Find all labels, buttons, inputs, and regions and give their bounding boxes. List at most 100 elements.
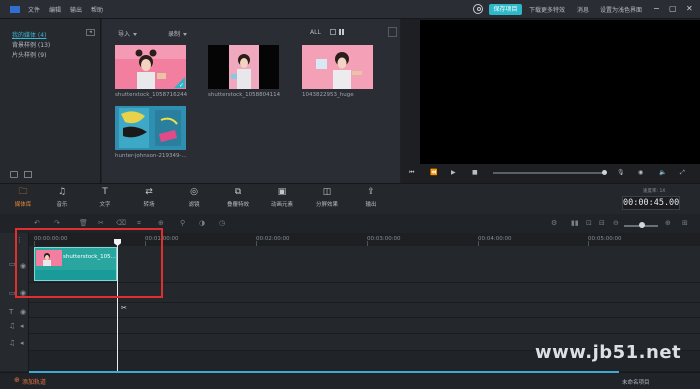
app-logo-icon xyxy=(10,6,20,13)
tool-elements[interactable]: ▣ 动画元素 xyxy=(265,187,299,208)
music-track-icon: ♫ xyxy=(9,339,16,347)
transition-icon: ⇄ xyxy=(145,187,153,197)
tool-label: 动画元素 xyxy=(270,202,293,208)
speed-label: 速度率: 1X xyxy=(643,189,666,194)
voiceover-icon[interactable]: ⊟ xyxy=(599,219,605,227)
tool-split-screen[interactable]: ◫ 分屏效果 xyxy=(310,187,344,208)
fullscreen-icon[interactable]: ⤢ xyxy=(680,169,685,177)
add-icon[interactable]: ⊕ xyxy=(14,376,20,384)
zoom-slider-handle[interactable] xyxy=(639,222,645,228)
media-thumbnail xyxy=(208,45,279,89)
media-name: hunter-johnson-219349-... xyxy=(115,153,187,159)
menu-export[interactable]: 输出 xyxy=(70,5,82,14)
tool-label: 文字 xyxy=(99,202,111,208)
timecode-display: 00:00:45.00 xyxy=(622,196,680,210)
close-icon[interactable]: ✕ xyxy=(686,4,693,14)
highlight-annotation xyxy=(15,228,163,298)
ruler-label: 00:05:00:00 xyxy=(588,236,622,242)
minimize-icon[interactable]: − xyxy=(653,4,660,14)
library-category-intros[interactable]: 片头样例 (9) xyxy=(12,50,46,59)
filter-all-dropdown[interactable]: ALL xyxy=(310,29,321,36)
animated-elements-icon: ▣ xyxy=(277,187,287,197)
render-icon[interactable]: ⚙ xyxy=(551,219,557,227)
text-track-icon: T xyxy=(9,308,14,316)
tool-media[interactable]: 🗀 媒体库 xyxy=(6,187,40,208)
messages-link[interactable]: 消息 xyxy=(577,5,589,14)
step-back-icon[interactable]: ⏪ xyxy=(430,169,437,176)
collapse-sidebar-icon[interactable]: ◂ xyxy=(86,29,95,36)
zoom-in-plus-icon[interactable]: ⊕ xyxy=(665,219,671,227)
preview-screen xyxy=(420,20,700,164)
redo-icon[interactable]: ↷ xyxy=(54,219,60,227)
tool-transition[interactable]: ⇄ 转场 xyxy=(132,187,166,208)
eye-icon[interactable]: ◉ xyxy=(20,308,26,316)
zoom-out-icon[interactable]: ⊖ xyxy=(613,219,619,227)
new-folder-icon[interactable] xyxy=(10,171,18,178)
undo-icon[interactable]: ↶ xyxy=(34,219,40,227)
menu-file[interactable]: 文件 xyxy=(28,5,40,14)
microphone-icon[interactable]: 🎙 xyxy=(617,169,625,176)
play-icon[interactable]: ▶ xyxy=(451,169,456,176)
media-thumbnail xyxy=(302,45,373,89)
tool-label: 音乐 xyxy=(56,202,68,208)
tool-text[interactable]: T 文字 xyxy=(88,187,122,208)
tool-export[interactable]: ⇪ 输出 xyxy=(354,187,388,208)
speaker-icon[interactable]: ◂ xyxy=(20,322,24,330)
tool-music[interactable]: ♫ 音乐 xyxy=(45,187,79,208)
trash-icon[interactable]: ⌫ xyxy=(116,219,126,227)
music-track-icon: ♫ xyxy=(9,322,16,330)
preview-scrubber[interactable] xyxy=(493,172,604,174)
save-project-button[interactable]: 保存项目 xyxy=(489,4,522,15)
grid-view-icon[interactable] xyxy=(339,29,345,35)
import-dropdown[interactable]: 导入 xyxy=(118,29,138,38)
zoom-in-icon[interactable]: ⊕ xyxy=(158,219,164,227)
delete-icon[interactable]: 🗑 xyxy=(79,219,88,227)
speed-icon[interactable]: ⚲ xyxy=(180,219,185,227)
menubar: 文件 编辑 输出 帮助 保存项目 下载更多特效 消息 设置为浅色界面 − ▢ ✕ xyxy=(0,0,700,19)
add-track-button[interactable]: 添加轨道 xyxy=(22,377,46,386)
library-category-my-media[interactable]: 我的媒体 (4) xyxy=(12,30,46,39)
ruler-label: 00:04:00:00 xyxy=(478,236,512,242)
media-name: shutterstock_1058716244 xyxy=(115,92,188,98)
menu-help[interactable]: 帮助 xyxy=(91,5,103,14)
export-icon: ⇪ xyxy=(367,187,375,197)
color-icon[interactable]: ◑ xyxy=(199,219,205,227)
scissors-icon[interactable]: ✂ xyxy=(121,304,127,312)
ruler-label: 00:02:00:00 xyxy=(256,236,290,242)
library-category-backgrounds[interactable]: 背景样例 (13) xyxy=(12,40,50,49)
download-effects-link[interactable]: 下载更多特效 xyxy=(529,5,565,14)
watermark: www.jb51.net xyxy=(535,342,682,363)
media-pane: 导入 录制 ALL shutterstock_1058716244 xyxy=(102,19,400,183)
volume-icon[interactable]: 🔈 xyxy=(659,169,666,176)
stop-icon[interactable]: ■ xyxy=(472,169,478,176)
speaker-icon[interactable]: ◂ xyxy=(20,339,24,347)
scrubber-handle[interactable] xyxy=(602,170,607,175)
audio-track-1[interactable] xyxy=(29,318,700,334)
folder-icon[interactable] xyxy=(24,171,32,178)
maximize-icon[interactable]: ▢ xyxy=(669,4,677,14)
marker-icon[interactable]: ⊡ xyxy=(586,219,592,227)
crop-icon[interactable]: ⌗ xyxy=(137,219,141,227)
fit-timeline-icon[interactable]: ⊞ xyxy=(682,219,688,227)
record-dropdown[interactable]: 录制 xyxy=(168,29,188,38)
tool-label: 转场 xyxy=(143,202,155,208)
snapshot-icon[interactable]: ◉ xyxy=(638,169,643,176)
chevron-down-icon xyxy=(133,33,138,36)
text-track[interactable] xyxy=(29,303,700,318)
menu-edit[interactable]: 编辑 xyxy=(49,5,61,14)
audio-mixer-icon[interactable]: ▮▮ xyxy=(571,219,579,227)
text-icon: T xyxy=(102,187,108,197)
user-icon[interactable] xyxy=(473,4,483,14)
light-theme-link[interactable]: 设置为浅色界面 xyxy=(600,5,642,14)
tool-overlay[interactable]: ⧉ 叠覆特效 xyxy=(221,187,255,208)
skip-back-icon[interactable]: ⏮ xyxy=(409,169,414,177)
duration-icon[interactable]: ◷ xyxy=(219,219,225,227)
search-input[interactable] xyxy=(388,27,397,37)
media-name: 1043822953_huge xyxy=(302,92,354,98)
filter-icon[interactable] xyxy=(330,29,336,35)
split-screen-icon: ◫ xyxy=(322,187,332,197)
music-icon: ♫ xyxy=(57,187,67,197)
tool-filter[interactable]: ◎ 滤镜 xyxy=(177,187,211,208)
cut-icon[interactable]: ✂ xyxy=(98,219,104,227)
timeline-scrollbar[interactable] xyxy=(29,371,619,373)
